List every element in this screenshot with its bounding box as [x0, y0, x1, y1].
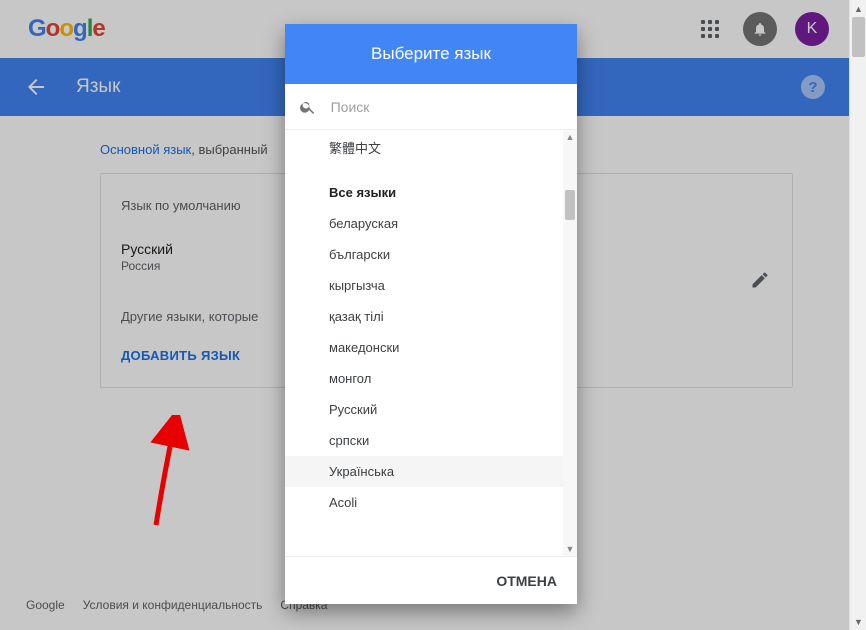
page-scroll-thumb[interactable]: [852, 17, 865, 57]
list-item[interactable]: Українська: [285, 456, 563, 487]
search-icon: [299, 97, 317, 117]
list-item[interactable]: қазақ тілі: [285, 301, 563, 332]
page-scrollbar[interactable]: ▲ ▼: [849, 0, 866, 630]
modal-search-row: [285, 84, 577, 130]
list-item[interactable]: монгол: [285, 363, 563, 394]
list-item[interactable]: македонски: [285, 332, 563, 363]
search-input[interactable]: [331, 99, 563, 115]
scroll-down-icon[interactable]: ▼: [563, 542, 577, 556]
language-list: 繁體中文Все языкибеларускаябългарскикыргызча…: [285, 130, 577, 556]
scroll-up-icon[interactable]: ▲: [563, 130, 577, 144]
scroll-thumb[interactable]: [565, 190, 575, 220]
list-item[interactable]: српски: [285, 425, 563, 456]
list-item[interactable]: Acoli: [285, 487, 563, 518]
list-item[interactable]: кыргызча: [285, 270, 563, 301]
list-item[interactable]: български: [285, 239, 563, 270]
cancel-button[interactable]: ОТМЕНА: [496, 573, 557, 589]
list-section-header: Все языки: [285, 165, 563, 208]
modal-actions: ОТМЕНА: [285, 556, 577, 604]
page-scroll-up-icon[interactable]: ▲: [850, 0, 866, 17]
list-scrollbar[interactable]: ▲ ▼: [563, 130, 577, 556]
language-picker-modal: Выберите язык 繁體中文Все языкибеларускаябъл…: [285, 24, 577, 604]
list-item[interactable]: беларуская: [285, 208, 563, 239]
list-item[interactable]: 繁體中文: [285, 130, 563, 165]
page-scroll-down-icon[interactable]: ▼: [850, 613, 866, 630]
modal-title: Выберите язык: [285, 24, 577, 84]
list-item[interactable]: Русский: [285, 394, 563, 425]
